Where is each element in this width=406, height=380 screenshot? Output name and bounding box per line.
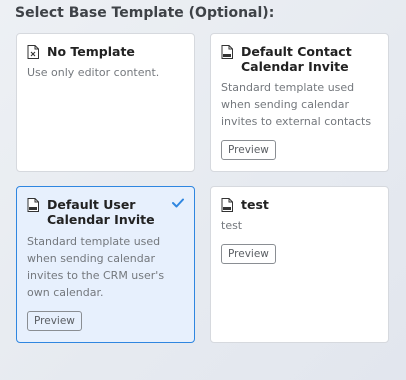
template-title-row: test bbox=[221, 197, 364, 212]
template-title: test bbox=[241, 197, 269, 212]
html-file-icon bbox=[221, 198, 233, 212]
template-description: Standard template used when sending cale… bbox=[221, 81, 372, 128]
preview-button[interactable]: Preview bbox=[27, 311, 82, 331]
template-title: No Template bbox=[47, 44, 135, 59]
preview-button[interactable]: Preview bbox=[221, 140, 276, 160]
file-x-icon bbox=[27, 45, 39, 59]
html-file-icon bbox=[27, 198, 39, 212]
template-title-row: Default User Calendar Invite bbox=[27, 197, 170, 227]
template-title: Default Contact Calendar Invite bbox=[241, 44, 352, 74]
template-title-row: No Template bbox=[27, 44, 170, 59]
checkmark-icon bbox=[172, 198, 184, 208]
html-file-icon bbox=[221, 45, 233, 59]
section-heading: Select Base Template (Optional): bbox=[15, 5, 275, 21]
template-card-no-template[interactable]: No Template Use only editor content. bbox=[16, 33, 195, 172]
template-description: test bbox=[221, 219, 243, 232]
template-card-default-contact-calendar-invite[interactable]: Default Contact Calendar Invite Standard… bbox=[210, 33, 389, 172]
preview-button[interactable]: Preview bbox=[221, 244, 276, 264]
template-title-row: Default Contact Calendar Invite bbox=[221, 44, 364, 74]
template-card-test[interactable]: test test Preview bbox=[210, 186, 389, 343]
template-card-default-user-calendar-invite[interactable]: Default User Calendar Invite Standard te… bbox=[16, 186, 195, 343]
template-title: Default User Calendar Invite bbox=[47, 197, 155, 227]
template-description: Use only editor content. bbox=[27, 66, 160, 79]
template-description: Standard template used when sending cale… bbox=[27, 235, 165, 299]
